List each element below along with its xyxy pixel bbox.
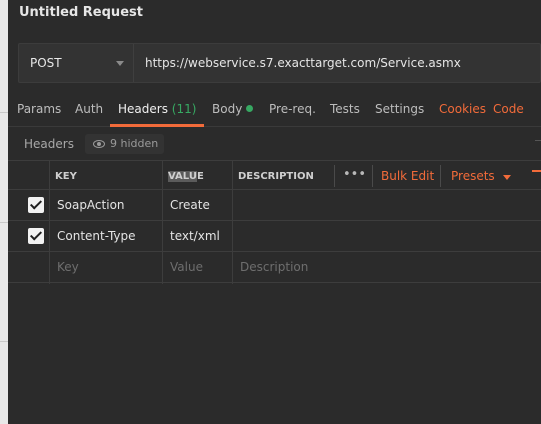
header-enabled-checkbox[interactable] xyxy=(28,197,44,213)
column-value-header: VALUE xyxy=(168,171,204,182)
toolbar-divider xyxy=(334,165,335,187)
table-row-new: Key Value Description xyxy=(8,252,541,283)
tab-settings[interactable]: Settings xyxy=(375,102,424,116)
header-enabled-checkbox[interactable] xyxy=(28,228,44,244)
left-panel-edge xyxy=(0,0,8,424)
divider xyxy=(535,140,541,141)
more-options-icon[interactable]: ••• xyxy=(343,167,366,182)
new-value-input[interactable]: Value xyxy=(170,260,203,274)
tab-params[interactable]: Params xyxy=(17,102,61,116)
column-key-header: KEY xyxy=(55,171,77,182)
tab-body[interactable]: Body xyxy=(212,102,254,116)
request-tabs: Params Auth Headers (11) Body Pre-req. T… xyxy=(8,95,541,127)
chevron-down-icon[interactable] xyxy=(503,175,511,180)
column-description-header: DESCRIPTION xyxy=(238,171,314,182)
chevron-down-icon xyxy=(116,61,124,66)
table-row: SoapAction Create xyxy=(8,190,541,221)
tab-body-label: Body xyxy=(212,102,243,116)
header-key[interactable]: Content-Type xyxy=(57,229,136,243)
headers-subbar: Headers 9 hidden xyxy=(8,128,541,160)
tab-tests[interactable]: Tests xyxy=(330,102,360,116)
bulk-edit-button[interactable]: Bulk Edit xyxy=(381,169,434,183)
cookies-link[interactable]: Cookies xyxy=(439,102,486,116)
method-label: POST xyxy=(30,56,62,70)
header-value[interactable]: text/xml xyxy=(170,229,220,243)
header-key[interactable]: SoapAction xyxy=(57,198,125,212)
column-value-header-rest: E xyxy=(196,171,204,182)
column-value-header-selected: VALU xyxy=(168,171,197,182)
hidden-headers-count: 9 hidden xyxy=(110,137,159,150)
tab-headers-label: Headers xyxy=(118,102,168,116)
table-header: KEY VALUE DESCRIPTION ••• Bulk Edit Pres… xyxy=(8,160,541,190)
method-select[interactable]: POST xyxy=(19,44,134,82)
new-key-input[interactable]: Key xyxy=(57,260,79,274)
active-tab-indicator xyxy=(110,124,204,127)
hidden-headers-toggle[interactable]: 9 hidden xyxy=(85,134,165,154)
code-link[interactable]: Code xyxy=(493,102,524,116)
tab-headers[interactable]: Headers (11) xyxy=(118,102,196,116)
presets-button[interactable]: Presets xyxy=(451,169,495,183)
table-row: Content-Type text/xml xyxy=(8,221,541,252)
header-value[interactable]: Create xyxy=(170,198,210,212)
tab-auth[interactable]: Auth xyxy=(75,102,103,116)
request-panel: Untitled Request POST https://webservice… xyxy=(8,0,541,424)
new-description-input[interactable]: Description xyxy=(240,260,308,274)
headers-table: KEY VALUE DESCRIPTION ••• Bulk Edit Pres… xyxy=(8,160,541,284)
url-input[interactable]: https://webservice.s7.exacttarget.com/Se… xyxy=(145,56,461,70)
url-bar: POST https://webservice.s7.exacttarget.c… xyxy=(18,43,541,83)
headers-label: Headers xyxy=(24,137,74,151)
tab-pre-request[interactable]: Pre-req. xyxy=(269,102,316,116)
request-title[interactable]: Untitled Request xyxy=(19,5,143,20)
body-indicator-dot-icon xyxy=(246,105,254,112)
eye-icon xyxy=(93,140,105,148)
toolbar-divider xyxy=(372,165,373,187)
toolbar-divider xyxy=(440,165,441,187)
tab-headers-count: (11) xyxy=(171,102,197,116)
